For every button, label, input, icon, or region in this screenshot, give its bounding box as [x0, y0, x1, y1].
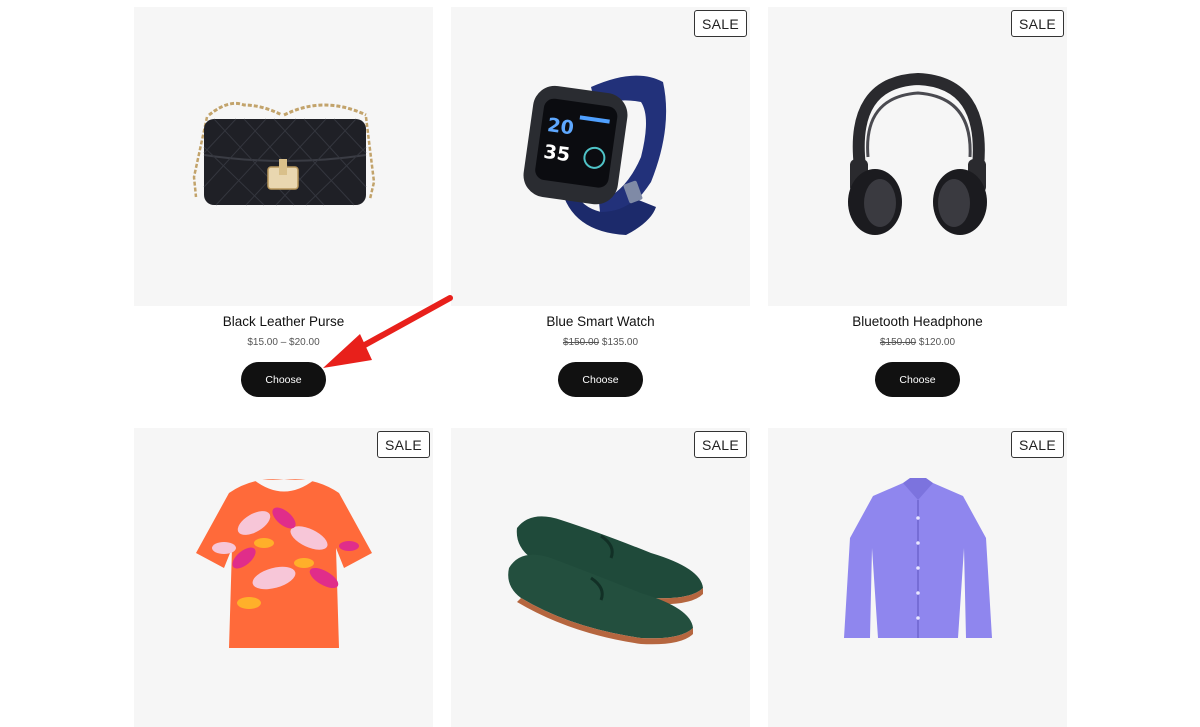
purse-image: [192, 101, 376, 206]
old-price: $150.00: [879, 337, 917, 348]
product-price: $150.00 $120.00: [768, 337, 1067, 348]
sale-badge: SALE: [1011, 10, 1064, 37]
product-image-loafers[interactable]: SALE: [451, 428, 750, 727]
product-title[interactable]: Black Leather Purse: [134, 314, 433, 329]
watch-time-bottom: 35: [542, 141, 571, 166]
price-range: $15.00 – $20.00: [247, 337, 320, 348]
sale-badge: SALE: [1011, 431, 1064, 458]
sale-badge: SALE: [694, 431, 747, 458]
choose-button[interactable]: Choose: [558, 362, 643, 397]
product-image-shirt[interactable]: SALE: [768, 428, 1067, 727]
product-image-purse[interactable]: [134, 7, 433, 306]
choose-button[interactable]: Choose: [875, 362, 960, 397]
product-title[interactable]: Blue Smart Watch: [451, 314, 750, 329]
blouse-image: [196, 479, 372, 648]
watch-time-top: 20: [546, 114, 575, 139]
sale-badge: SALE: [377, 431, 430, 458]
old-price: $150.00: [562, 337, 600, 348]
smartwatch-image: 20 35: [523, 75, 667, 235]
product-image-smartwatch[interactable]: 20 35 SALE: [451, 7, 750, 306]
new-price: $135.00: [601, 337, 639, 348]
product-title[interactable]: Bluetooth Headphone: [768, 314, 1067, 329]
product-price: $15.00 – $20.00: [134, 337, 433, 348]
sale-badge: SALE: [694, 10, 747, 37]
loafers-image: [508, 516, 703, 645]
product-image-blouse[interactable]: SALE: [134, 428, 433, 727]
product-image-headphone[interactable]: SALE: [768, 7, 1067, 306]
shirt-image: [844, 478, 992, 638]
headphone-image: [848, 72, 987, 235]
choose-button[interactable]: Choose: [241, 362, 326, 397]
new-price: $120.00: [918, 337, 956, 348]
product-price: $150.00 $135.00: [451, 337, 750, 348]
